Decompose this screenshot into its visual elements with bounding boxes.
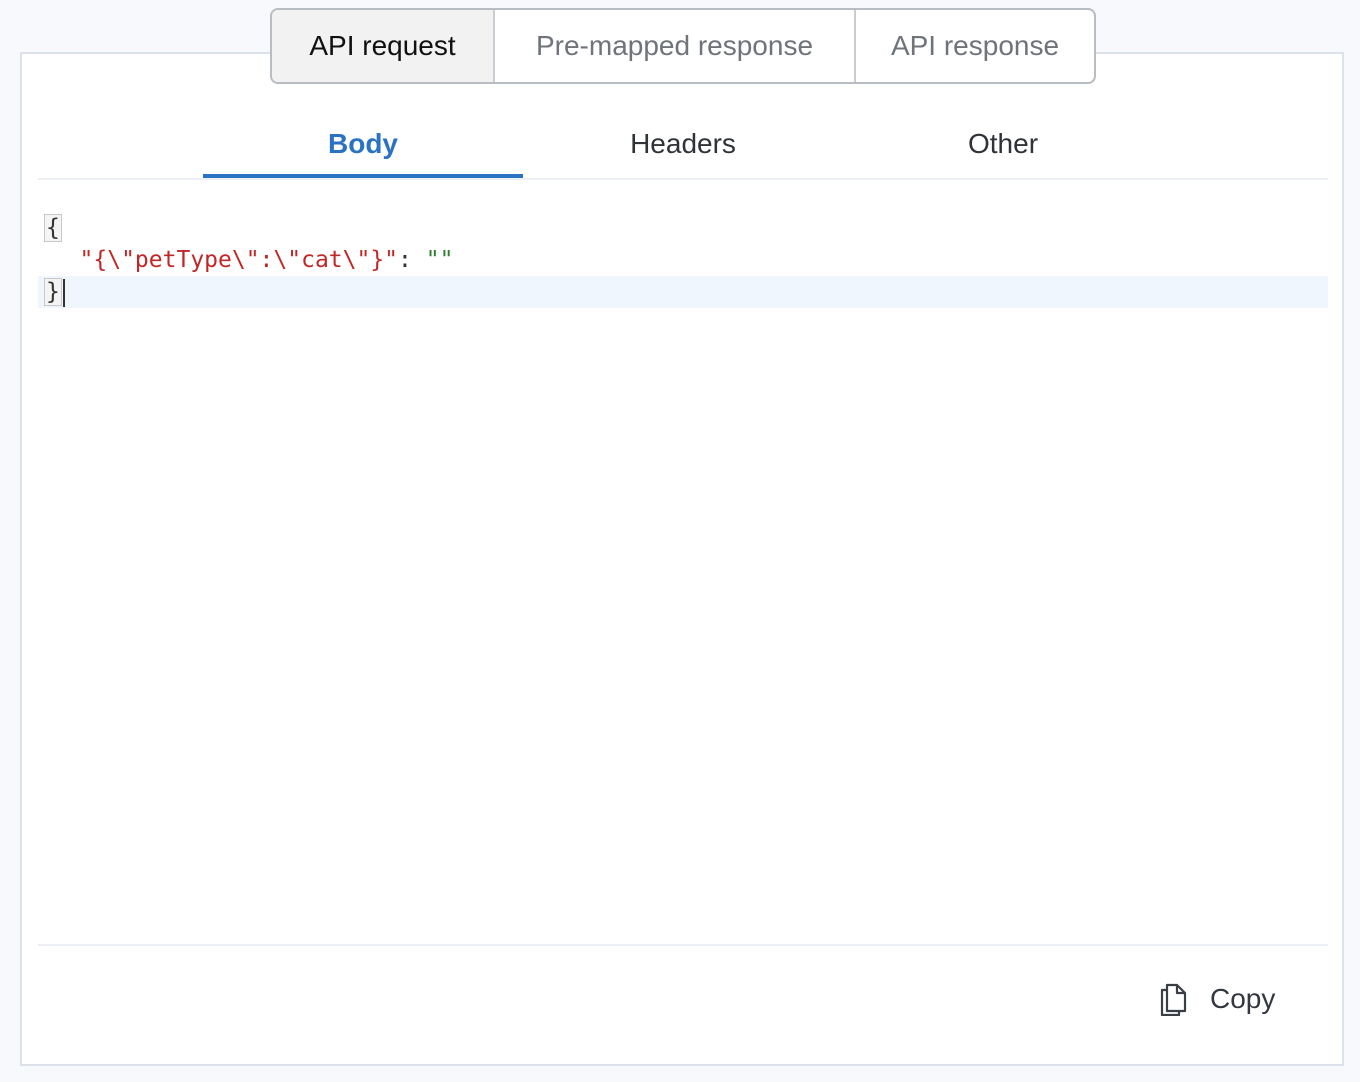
json-value: "" — [425, 247, 454, 273]
copy-button[interactable]: Copy — [1158, 976, 1275, 1022]
request-subtabs: Body Headers Other — [38, 110, 1328, 180]
tab-pre-mapped-response[interactable]: Pre-mapped response — [493, 10, 854, 82]
code-line-3: } — [38, 276, 1328, 308]
tab-body[interactable]: Body — [203, 110, 523, 178]
tab-other[interactable]: Other — [843, 110, 1163, 178]
copy-label: Copy — [1210, 983, 1276, 1014]
json-colon: : — [398, 247, 426, 273]
json-key: "{\"petType\":\"cat\"}" — [79, 247, 399, 273]
json-editor[interactable]: { "{\"petType\":\"cat\"}": "" } — [38, 210, 1328, 930]
close-brace: } — [44, 278, 62, 306]
code-line-2: "{\"petType\":\"cat\"}": "" — [38, 244, 1328, 276]
code-line-1: { — [38, 212, 1328, 244]
open-brace: { — [44, 214, 62, 242]
text-cursor — [62, 278, 65, 307]
copy-icon — [1158, 982, 1188, 1017]
footer-divider — [38, 944, 1328, 946]
view-switcher: API request Pre-mapped response API resp… — [270, 8, 1096, 84]
active-tab-indicator — [203, 174, 523, 178]
tab-api-request[interactable]: API request — [272, 10, 493, 82]
tab-headers[interactable]: Headers — [523, 110, 843, 178]
tab-api-response[interactable]: API response — [854, 10, 1094, 82]
